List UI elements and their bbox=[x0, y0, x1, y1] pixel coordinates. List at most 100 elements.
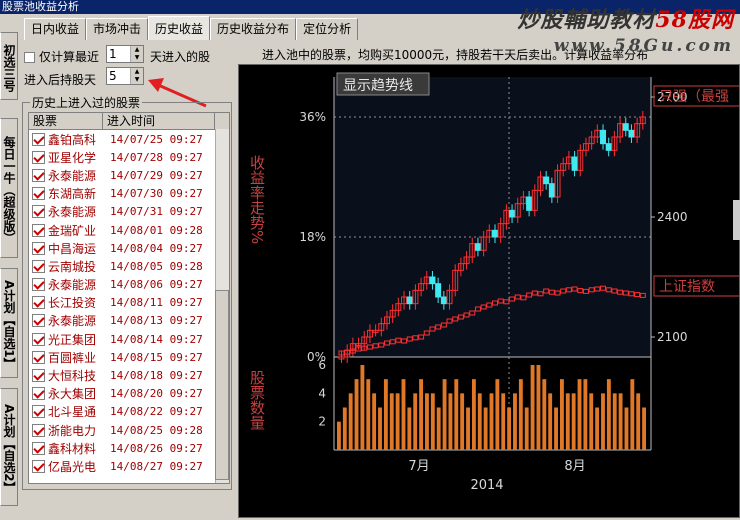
row-checkbox[interactable] bbox=[32, 332, 45, 346]
row-checkbox[interactable] bbox=[32, 423, 45, 437]
list-item[interactable]: 百圆裤业 14/08/15 09:27 bbox=[29, 348, 229, 366]
list-item[interactable]: 永大集团 14/08/20 09:27 bbox=[29, 385, 229, 403]
count-bar bbox=[548, 393, 553, 450]
count-bar bbox=[630, 379, 635, 450]
candle-body bbox=[543, 176, 550, 185]
count-bar bbox=[395, 393, 400, 450]
list-item[interactable]: 鑫铂高科 14/07/25 09:27 bbox=[29, 130, 229, 148]
list-item[interactable]: 光正集团 14/08/14 09:27 bbox=[29, 330, 229, 348]
row-checkbox[interactable] bbox=[32, 387, 45, 401]
right-scrollbar[interactable] bbox=[733, 200, 740, 240]
list-item[interactable]: 亚星化学 14/07/28 09:27 bbox=[29, 148, 229, 166]
side-tab-4[interactable]: A计划【自选2】 bbox=[0, 388, 18, 506]
stock-name: 长江投资 bbox=[48, 296, 97, 311]
row-checkbox[interactable] bbox=[32, 132, 45, 146]
row-checkbox[interactable] bbox=[32, 241, 45, 255]
legend-strong: 只强（最强 bbox=[659, 89, 729, 105]
list-item[interactable]: 北斗星通 14/08/22 09:27 bbox=[29, 403, 229, 421]
count-bar bbox=[595, 407, 600, 450]
spinner-arrows-icon[interactable]: ▲ ▼ bbox=[130, 68, 143, 84]
candle-body bbox=[474, 243, 481, 251]
row-checkbox[interactable] bbox=[32, 278, 45, 292]
count-bar bbox=[466, 407, 470, 450]
list-item[interactable]: 中昌海运 14/08/04 09:27 bbox=[29, 239, 229, 257]
row-checkbox[interactable] bbox=[32, 168, 45, 182]
count-bar bbox=[536, 365, 541, 450]
list-item[interactable]: 金瑞矿业 14/08/01 09:28 bbox=[29, 221, 229, 239]
candle-body bbox=[440, 296, 447, 305]
count-bar bbox=[624, 407, 629, 450]
count-bar bbox=[372, 393, 377, 450]
only-recent-spinner[interactable]: 1 ▲ ▼ bbox=[106, 45, 144, 63]
chart-panel: 36% 18% 0% 2700 2400 2100 6 4 2 7月 8月 2014 收益率走势% 股票数… bbox=[238, 64, 740, 518]
entry-time: 14/07/25 09:27 bbox=[110, 132, 203, 146]
tab-position-analysis[interactable]: 定位分析 bbox=[296, 18, 359, 40]
row-checkbox[interactable] bbox=[32, 350, 45, 364]
count-bar bbox=[419, 379, 424, 450]
list-scroll-thumb[interactable] bbox=[215, 290, 229, 480]
tab-bar: 日内收益 市场冲击 历史收益 历史收益分布 定位分析 bbox=[24, 16, 359, 40]
entry-time: 14/08/15 09:27 bbox=[110, 350, 203, 364]
row-checkbox[interactable] bbox=[32, 369, 45, 383]
tab-market-impact[interactable]: 市场冲击 bbox=[86, 18, 149, 40]
hold-days-spinner[interactable]: 5 ▲ ▼ bbox=[106, 67, 144, 85]
row-checkbox[interactable] bbox=[32, 223, 45, 237]
list-item[interactable]: 大恒科技 14/08/18 09:27 bbox=[29, 366, 229, 384]
side-tab-3[interactable]: A计划【自选1】 bbox=[0, 268, 18, 378]
list-item[interactable]: 浙能电力 14/08/25 09:28 bbox=[29, 421, 229, 439]
tab-intraday[interactable]: 日内收益 bbox=[24, 18, 87, 40]
entry-time: 14/08/26 09:27 bbox=[110, 441, 203, 455]
count-bar bbox=[565, 393, 570, 450]
count-bar bbox=[601, 393, 605, 450]
row-checkbox[interactable] bbox=[32, 314, 45, 328]
side-tab-1[interactable]: 初选三号 bbox=[0, 32, 18, 100]
side-tab-2[interactable]: 每日一牛（超级版） bbox=[0, 118, 18, 258]
count-bar bbox=[430, 393, 435, 450]
trend-chart: 36%18%0%2700240021006427月 8月2014收益率走势%股票数… bbox=[248, 72, 740, 493]
count-bar bbox=[360, 365, 365, 450]
stock-name: 百圆裤业 bbox=[48, 350, 97, 365]
col-stock[interactable]: 股票 bbox=[29, 113, 103, 129]
only-recent-option[interactable]: 仅计算最近 bbox=[24, 48, 99, 65]
row-checkbox[interactable] bbox=[32, 187, 45, 201]
list-item[interactable]: 东湖高新 14/07/30 09:27 bbox=[29, 185, 229, 203]
row-checkbox[interactable] bbox=[32, 150, 45, 164]
spinner-arrows-icon[interactable]: ▲ ▼ bbox=[130, 46, 143, 62]
x-year-label: 2014 bbox=[470, 478, 503, 493]
list-item[interactable]: 云南城投 14/08/05 09:28 bbox=[29, 257, 229, 275]
row-checkbox[interactable] bbox=[32, 405, 45, 419]
watermark: 炒股輔助教材58股网 www.58Gu.com bbox=[517, 2, 734, 56]
entry-time: 14/08/27 09:27 bbox=[110, 459, 203, 473]
show-trendline-label: 显示趋势线 bbox=[343, 78, 413, 94]
history-list[interactable]: 股票 进入时间 鑫铂高科 14/07/25 09:27 亚星化学 14/07/28 0… bbox=[28, 112, 230, 484]
candle-body bbox=[548, 183, 555, 198]
row-checkbox[interactable] bbox=[32, 459, 45, 473]
entry-time: 14/07/30 09:27 bbox=[110, 187, 203, 201]
count-bar bbox=[477, 393, 482, 450]
entry-time: 14/08/01 09:28 bbox=[110, 223, 203, 237]
list-item[interactable]: 鑫科材料 14/08/26 09:27 bbox=[29, 439, 229, 457]
list-item[interactable]: 永泰能源 14/08/13 09:27 bbox=[29, 312, 229, 330]
tab-history-return[interactable]: 历史收益 bbox=[148, 16, 211, 40]
entry-time: 14/08/14 09:27 bbox=[110, 332, 203, 346]
row-checkbox[interactable] bbox=[32, 205, 45, 219]
list-item[interactable]: 永泰能源 14/07/29 09:27 bbox=[29, 166, 229, 184]
entry-time: 14/08/06 09:27 bbox=[110, 278, 203, 292]
list-item[interactable]: 永泰能源 14/08/06 09:27 bbox=[29, 276, 229, 294]
row-checkbox[interactable] bbox=[32, 441, 45, 455]
watermark-brand: 58股网 bbox=[655, 7, 734, 33]
row-checkbox[interactable] bbox=[32, 296, 45, 310]
count-bar bbox=[583, 379, 588, 450]
list-item[interactable]: 亿晶光电 14/08/27 09:27 bbox=[29, 457, 229, 475]
col-entry-time[interactable]: 进入时间 bbox=[103, 113, 215, 129]
count-bar bbox=[442, 379, 447, 450]
row-checkbox[interactable] bbox=[32, 259, 45, 273]
list-item[interactable]: 长江投资 14/08/11 09:27 bbox=[29, 294, 229, 312]
only-recent-checkbox[interactable] bbox=[24, 52, 35, 63]
count-bar bbox=[483, 407, 488, 450]
tab-history-distribution[interactable]: 历史收益分布 bbox=[210, 18, 297, 40]
count-tick-label: 2 bbox=[318, 415, 326, 429]
list-item[interactable]: 永泰能源 14/07/31 09:27 bbox=[29, 203, 229, 221]
candle-body bbox=[526, 196, 533, 211]
entry-time: 14/08/05 09:28 bbox=[110, 259, 203, 273]
